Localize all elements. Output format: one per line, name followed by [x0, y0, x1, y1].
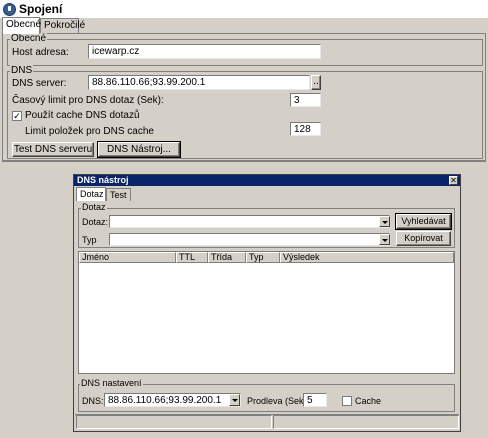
statusbar-cell: [273, 415, 459, 429]
column-header-result[interactable]: Výsledek: [280, 252, 454, 263]
query-label: Dotaz:: [82, 217, 109, 227]
tab-dotaz[interactable]: Dotaz: [76, 187, 106, 201]
cache-limit-label: Limit položek pro DNS cache: [25, 126, 154, 137]
column-header-type[interactable]: Typ: [246, 252, 280, 263]
cache-checkbox[interactable]: [342, 396, 352, 406]
type-label: Typ: [82, 235, 97, 245]
panel-divider: [2, 161, 486, 162]
column-header-name[interactable]: Jméno: [79, 252, 176, 263]
tab-pokrocile[interactable]: Pokročilé: [40, 18, 85, 33]
dns-timeout-label: Časový limit pro DNS dotaz (Sek):: [12, 95, 164, 106]
cache-limit-input[interactable]: 128: [290, 122, 321, 136]
query-combo-chevron-down-icon[interactable]: [379, 216, 390, 227]
statusbar-cell: [76, 415, 272, 429]
checkmark-icon: ✓: [13, 111, 21, 121]
dns-combo-chevron-down-icon[interactable]: [229, 394, 240, 406]
column-header-class[interactable]: Třída: [208, 252, 246, 263]
search-button[interactable]: Vyhledávat: [395, 213, 452, 230]
delay-input[interactable]: 5: [303, 393, 327, 407]
dns-server-browse-button[interactable]: ..: [311, 75, 321, 90]
cache-label: Cache: [355, 396, 382, 406]
query-combobox[interactable]: [109, 215, 390, 228]
tab-test[interactable]: Test: [106, 188, 131, 201]
use-dns-cache-label: Použít cache DNS dotazů: [25, 110, 140, 121]
column-header-ttl[interactable]: TTL: [176, 252, 208, 263]
host-label: Host adresa:: [12, 47, 69, 58]
dns-group-label: DNS: [10, 65, 34, 76]
dns-tool-title: DNS nástroj: [77, 175, 129, 185]
dns-server-input[interactable]: 88.86.110.66;93.99.200.1: [88, 75, 310, 90]
copy-button[interactable]: Kopírovat: [396, 231, 451, 246]
dns-settings-group-label: DNS nastavení: [80, 378, 143, 388]
type-combobox[interactable]: [109, 233, 390, 246]
tab-obecne[interactable]: Obecné: [2, 17, 41, 34]
dns-label: DNS:: [82, 396, 104, 406]
dns-tool-button[interactable]: DNS Nástroj...: [97, 141, 181, 158]
dns-tool-titlebar[interactable]: [74, 175, 460, 186]
dns-timeout-input[interactable]: 3: [290, 93, 321, 107]
test-dns-server-button[interactable]: Test DNS serveru: [12, 142, 94, 157]
use-dns-cache-checkbox[interactable]: ✓: [12, 111, 22, 121]
host-input[interactable]: icewarp.cz: [88, 44, 321, 59]
close-icon[interactable]: ✕: [449, 176, 458, 185]
app-globe-icon: [3, 3, 16, 16]
window-titlebar: [0, 0, 488, 19]
dns-server-label: DNS server:: [12, 78, 67, 89]
delay-label: Prodleva (Sek):: [247, 396, 310, 406]
type-combo-chevron-down-icon[interactable]: [379, 234, 390, 245]
window-title: Spojení: [19, 2, 63, 16]
results-listview[interactable]: [78, 251, 455, 374]
general-group-label: Obecné: [10, 33, 48, 44]
dns-combobox[interactable]: 88.86.110.66;93.99.200.1: [104, 393, 241, 407]
query-group-label: Dotaz: [81, 202, 107, 212]
